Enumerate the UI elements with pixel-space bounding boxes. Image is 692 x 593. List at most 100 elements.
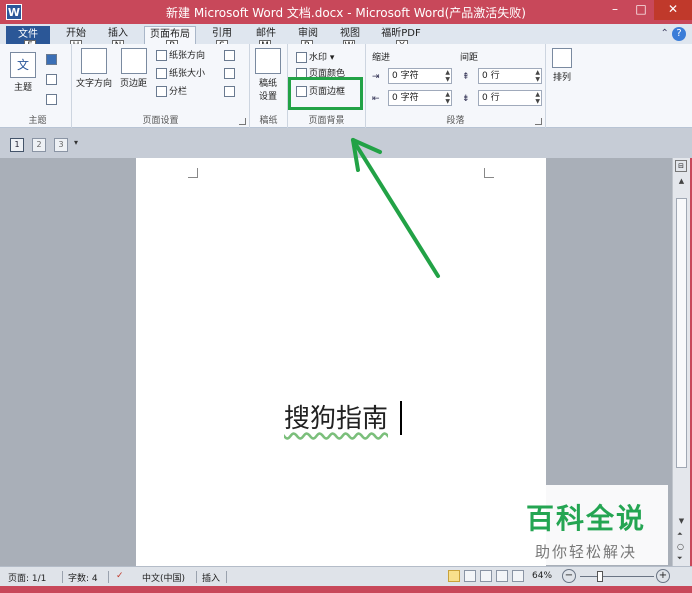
text-direction-button[interactable]: 文字方向	[76, 48, 112, 89]
page-borders-highlight-box	[288, 77, 363, 110]
watermark-icon	[296, 52, 307, 63]
status-bar: 页面: 1/1 字数: 4 ✓ 中文(中国) 插入 64% − +	[0, 566, 692, 586]
spacing-after-icon: ⇟	[462, 94, 470, 104]
page-size-icon	[156, 68, 167, 79]
page-2-thumbnail-icon[interactable]: 2	[32, 138, 46, 152]
ruler-toggle-icon[interactable]: ⊟	[675, 160, 687, 172]
status-divider	[196, 571, 197, 583]
print-layout-view-icon[interactable]	[448, 570, 460, 582]
minimize-button[interactable]: –	[602, 0, 628, 20]
spacing-before-input[interactable]: 0 行 ▲ ▼	[478, 68, 542, 84]
theme-effects-button[interactable]	[46, 92, 59, 108]
watermark-button[interactable]: 水印 ▾	[296, 50, 334, 66]
help-icon[interactable]: ?	[672, 27, 686, 41]
line-numbers-button[interactable]	[224, 66, 237, 82]
ribbon-collapse-icon[interactable]: ⌃	[660, 28, 672, 39]
indent-left-input[interactable]: 0 字符 ▲ ▼	[388, 68, 452, 84]
web-layout-view-icon[interactable]	[480, 570, 492, 582]
page-1-thumbnail-icon[interactable]: 1	[10, 138, 24, 152]
draft-view-icon[interactable]	[512, 570, 524, 582]
breaks-button[interactable]	[224, 48, 237, 64]
hyphenation-button[interactable]	[224, 84, 237, 100]
watermark-label: 水印	[309, 53, 328, 63]
zoom-out-icon[interactable]: −	[562, 569, 576, 583]
site-watermark: 百科全说 助你轻松解决	[504, 485, 668, 565]
language-status[interactable]: 中文(中国)	[142, 571, 185, 584]
paper-settings-label-line1: 稿纸	[258, 79, 277, 89]
watermark-subtitle: 助你轻松解决	[534, 543, 637, 561]
full-screen-reading-view-icon[interactable]	[464, 570, 476, 582]
paper-settings-label-line2: 设置	[258, 92, 277, 102]
browse-object-icon[interactable]: ○	[677, 542, 684, 551]
columns-label: 分栏	[169, 87, 188, 97]
indent-right-input[interactable]: 0 字符 ▲ ▼	[388, 90, 452, 106]
spacing-after-value: 0 行	[482, 93, 500, 103]
indent-right-spinner-icon[interactable]: ▲ ▼	[445, 91, 450, 105]
arrange-icon	[552, 48, 572, 68]
outline-view-icon[interactable]	[496, 570, 508, 582]
themes-group: 文 主题 主题	[4, 44, 72, 128]
arrange-label: 排列	[552, 73, 571, 83]
scroll-down-icon[interactable]: ▼	[673, 514, 690, 528]
next-page-icon[interactable]: ⏷	[677, 554, 683, 563]
theme-fonts-button[interactable]	[46, 72, 59, 88]
quickbar-dropdown-icon[interactable]: ▾	[74, 138, 78, 147]
theme-colors-icon	[46, 54, 57, 65]
spacing-after-spinner-icon[interactable]: ▲ ▼	[535, 91, 540, 105]
scroll-thumb[interactable]	[676, 198, 687, 468]
zoom-slider-track[interactable]	[580, 576, 654, 577]
proofing-icon[interactable]: ✓	[116, 571, 124, 581]
vertical-scrollbar[interactable]: ⊟ ▲ ▼ ⏶ ○ ⏷	[672, 158, 690, 566]
theme-colors-button[interactable]	[46, 52, 59, 68]
window-title: 新建 Microsoft Word 文档.docx - Microsoft Wo…	[166, 6, 526, 20]
orientation-button[interactable]: 纸张方向	[156, 48, 205, 64]
page-count-status[interactable]: 页面: 1/1	[8, 571, 46, 584]
themes-button-label: 主题	[13, 83, 32, 93]
zoom-level[interactable]: 64%	[532, 571, 552, 581]
spacing-after-input[interactable]: 0 行 ▲ ▼	[478, 90, 542, 106]
theme-effects-icon	[46, 94, 57, 105]
maximize-button[interactable]: □	[628, 0, 654, 20]
margins-button[interactable]: 页边距	[120, 48, 147, 89]
paragraph-group-label: 段落	[446, 116, 465, 126]
paragraph-launcher-icon[interactable]	[535, 118, 542, 125]
text-direction-icon	[81, 48, 107, 74]
columns-button[interactable]: 分栏	[156, 84, 187, 100]
themes-icon: 文	[10, 52, 36, 78]
page-setup-launcher-icon[interactable]	[239, 118, 246, 125]
paper-settings-button[interactable]: 稿纸 设置	[255, 48, 281, 102]
spacing-before-spinner-icon[interactable]: ▲ ▼	[535, 69, 540, 83]
page-thumbnail-bar: 1 2 3 ▾	[0, 128, 692, 158]
zoom-slider-thumb[interactable]	[597, 571, 603, 582]
arrange-group: 排列	[546, 44, 586, 128]
help-area: ⌃ ?	[660, 27, 686, 41]
insert-mode-status[interactable]: 插入	[202, 571, 220, 584]
page-3-thumbnail-icon[interactable]: 3	[54, 138, 68, 152]
page-setup-group-label: 页面设置	[142, 116, 179, 126]
window-bottom-border	[0, 586, 692, 593]
zoom-in-icon[interactable]: +	[656, 569, 670, 583]
page-size-button[interactable]: 纸张大小	[156, 66, 205, 82]
indent-right-value: 0 字符	[392, 93, 419, 103]
arrange-button[interactable]: 排列	[552, 48, 572, 83]
themes-button[interactable]: 文 主题	[10, 52, 36, 93]
page-size-label: 纸张大小	[169, 69, 206, 79]
margin-corner-top-right	[484, 168, 494, 178]
previous-page-icon[interactable]: ⏶	[677, 530, 683, 539]
status-divider	[226, 571, 227, 583]
close-button[interactable]: ✕	[654, 0, 692, 20]
columns-icon	[156, 86, 167, 97]
paper-group-label: 稿纸	[259, 116, 278, 126]
word-count-status[interactable]: 字数: 4	[68, 571, 98, 584]
text-cursor	[400, 401, 402, 435]
paragraph-group: 缩进 间距 ⇥ 0 字符 ▲ ▼ ⇤ 0 字符 ▲ ▼ ⇞ 0 行 ▲ ▼ ⇟ 0 行 ▲ ▼ …	[366, 44, 546, 128]
orientation-label: 纸张方向	[169, 51, 206, 61]
status-divider	[62, 571, 63, 583]
document-text[interactable]: 搜狗指南	[284, 398, 388, 435]
document-page[interactable]: 搜狗指南	[136, 158, 546, 566]
indent-left-spinner-icon[interactable]: ▲ ▼	[445, 69, 450, 83]
orientation-icon	[156, 50, 167, 61]
scroll-up-icon[interactable]: ▲	[673, 174, 690, 188]
line-numbers-icon	[224, 68, 235, 79]
text-direction-label: 文字方向	[76, 79, 113, 89]
